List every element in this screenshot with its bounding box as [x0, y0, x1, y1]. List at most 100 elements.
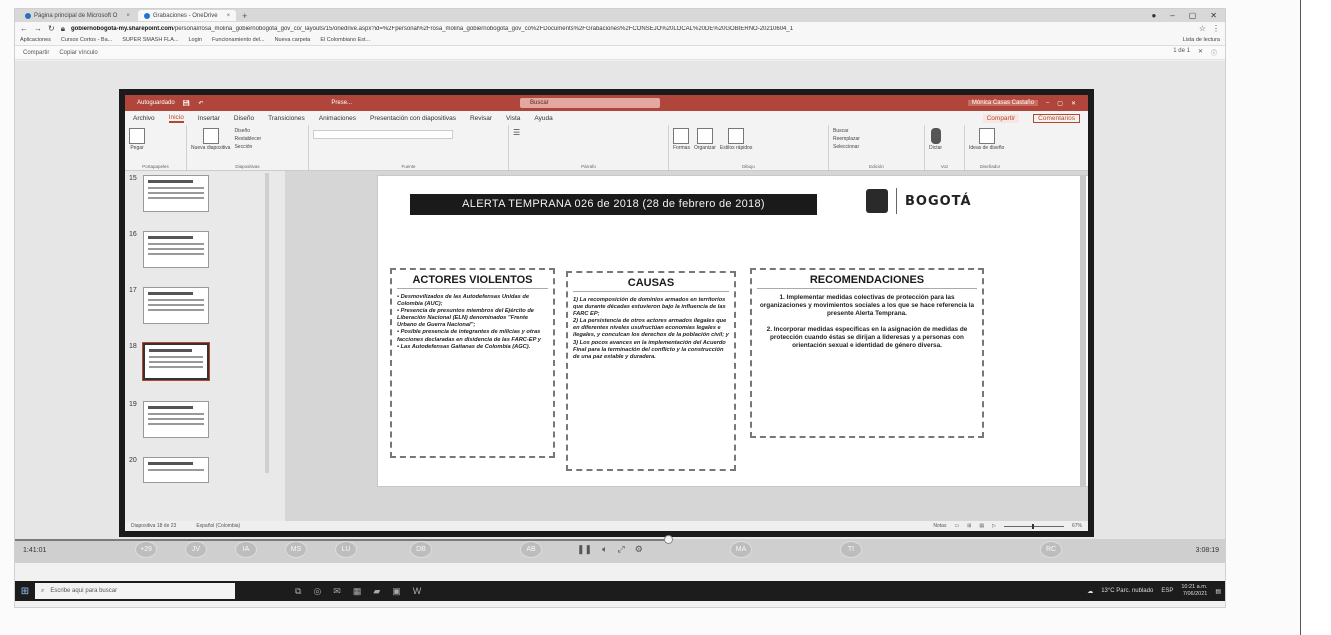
participant-avatar[interactable]: AB	[520, 541, 542, 558]
browser-tab-microsoft[interactable]: Página principal de Microsoft O ×	[19, 10, 136, 21]
close-icon[interactable]: ×	[227, 13, 231, 19]
undo-icon[interactable]: ↶	[198, 100, 203, 107]
ppt-share-button[interactable]: Compartir	[982, 113, 1020, 123]
slide-thumbnail[interactable]	[143, 401, 209, 438]
tab-vista[interactable]: Vista	[506, 115, 520, 122]
tab-transiciones[interactable]: Transiciones	[268, 115, 305, 122]
minimize-icon[interactable]: –	[1046, 100, 1049, 106]
slide-thumbnail[interactable]	[143, 287, 209, 324]
word-icon[interactable]: W	[413, 586, 422, 597]
expand-icon[interactable]: ⤢	[618, 544, 625, 555]
autosave-toggle[interactable]: Autoguardado	[137, 100, 175, 106]
files-icon[interactable]: ▰	[373, 586, 380, 597]
star-icon[interactable]: ☆	[1199, 24, 1206, 33]
notes-button[interactable]: Notas	[933, 523, 946, 529]
extensions-icon[interactable]: ⋮	[1212, 24, 1220, 33]
progress-handle[interactable]	[664, 535, 674, 544]
new-tab-button[interactable]: +	[242, 11, 247, 21]
tab-presentacion[interactable]: Presentación con diapositivas	[370, 115, 456, 122]
notifications-icon[interactable]: ▤	[1215, 588, 1221, 595]
settings-icon[interactable]: ⚙	[635, 544, 643, 555]
editor-scrollbar[interactable]	[1080, 175, 1086, 487]
back-icon[interactable]: ←	[20, 24, 28, 33]
tab-animaciones[interactable]: Animaciones	[319, 115, 356, 122]
tab-archivo[interactable]: Archivo	[133, 115, 155, 122]
replace-button[interactable]: Reemplazar	[833, 136, 860, 142]
maximize-icon[interactable]: ▢	[1189, 11, 1197, 20]
pause-icon[interactable]: ❚❚	[577, 544, 592, 555]
explorer-icon[interactable]: ▣	[392, 586, 401, 597]
ppt-user[interactable]: Mónica Casas Castaño	[967, 100, 1038, 106]
url-field[interactable]: gobiernobogota-my.sharepoint.com/persona…	[71, 26, 1193, 32]
participant-avatar[interactable]: RC	[1040, 541, 1062, 558]
participant-avatar[interactable]: LU	[335, 541, 357, 558]
chrome-icon[interactable]: ◎	[313, 586, 321, 597]
bookmark-item[interactable]: Login	[189, 37, 202, 43]
forward-icon[interactable]: →	[34, 24, 42, 33]
current-slide[interactable]: ALERTA TEMPRANA 026 de 2018 (28 de febre…	[377, 175, 1088, 487]
windows-start-icon[interactable]: ⊞	[15, 586, 35, 597]
browser-tab-onedrive[interactable]: Grabaciones - OneDrive ×	[137, 10, 237, 21]
select-button[interactable]: Seleccionar	[833, 144, 860, 150]
tab-ayuda[interactable]: Ayuda	[534, 115, 552, 122]
share-button[interactable]: Compartir	[23, 50, 49, 56]
recording-video[interactable]: Autoguardado 💾︎ ↶ Prese... Buscar Mónica…	[119, 89, 1094, 537]
maximize-icon[interactable]: ▢	[1057, 100, 1063, 107]
participant-avatar[interactable]: MA	[730, 541, 752, 558]
slide-thumbnail[interactable]	[143, 457, 209, 483]
save-icon[interactable]: 💾︎	[183, 100, 191, 107]
ppt-comments-button[interactable]: Comentarios	[1033, 113, 1080, 123]
zoom-level[interactable]: 67%	[1072, 523, 1082, 529]
find-button[interactable]: Buscar	[833, 128, 860, 134]
slideshow-icon[interactable]: ▷	[992, 523, 996, 529]
close-icon[interactable]: ×	[126, 13, 130, 19]
participant-avatar[interactable]: TI	[840, 541, 862, 558]
participant-avatar[interactable]: MS	[285, 541, 307, 558]
tab-insertar[interactable]: Insertar	[198, 115, 220, 122]
participant-avatar[interactable]: +29	[135, 541, 157, 558]
bookmark-item[interactable]: Nueva carpeta	[275, 37, 311, 43]
slide-thumbnail-selected[interactable]	[142, 342, 210, 381]
language-indicator[interactable]: Español (Colombia)	[196, 523, 240, 529]
taskbar-search[interactable]: ⌕ Escribe aquí para buscar	[35, 583, 235, 599]
clock[interactable]: 10:21 a.m. 7/06/2021	[1181, 584, 1207, 598]
reading-view-icon[interactable]: ▤	[979, 523, 984, 529]
reading-list-button[interactable]: Lista de lectura	[1183, 37, 1220, 43]
sorter-view-icon[interactable]: ⊞	[967, 523, 971, 529]
close-icon[interactable]: ✕	[1071, 100, 1076, 107]
profile-icon[interactable]: ●	[1151, 11, 1156, 20]
font-name-select[interactable]	[313, 130, 453, 139]
participant-avatar[interactable]: JV	[185, 541, 207, 558]
language-indicator[interactable]: ESP	[1161, 588, 1173, 594]
copy-link-button[interactable]: Copiar vínculo	[59, 50, 97, 56]
close-icon[interactable]: ✕	[1198, 48, 1203, 57]
participant-avatar[interactable]: IA	[235, 541, 257, 558]
info-icon[interactable]: ⓘ	[1211, 48, 1217, 57]
normal-view-icon[interactable]: ▭	[954, 523, 959, 529]
tab-inicio[interactable]: Inicio	[168, 114, 184, 123]
bookmark-apps[interactable]: Aplicaciones	[20, 37, 51, 43]
task-view-icon[interactable]: ⧉	[295, 586, 301, 597]
reset-button[interactable]: Restablecer	[234, 136, 261, 142]
section-button[interactable]: Sección	[234, 144, 261, 150]
mail-icon[interactable]: ✉	[333, 586, 341, 597]
reload-icon[interactable]: ↻	[48, 24, 55, 33]
tab-diseno[interactable]: Diseño	[234, 115, 254, 122]
volume-icon[interactable]: 🔈︎	[602, 544, 607, 555]
tab-revisar[interactable]: Revisar	[470, 115, 492, 122]
zoom-slider[interactable]	[1003, 523, 1064, 529]
bookmark-item[interactable]: El Colombiano Est...	[320, 37, 370, 43]
weather-text[interactable]: 13°C Parc. nublado	[1101, 588, 1153, 594]
minimize-icon[interactable]: –	[1170, 11, 1174, 20]
store-icon[interactable]: ▦	[353, 586, 362, 597]
layout-button[interactable]: Diseño	[234, 128, 261, 134]
bookmark-item[interactable]: SUPER SMASH FLA...	[122, 37, 178, 43]
participant-avatar[interactable]: DB	[410, 541, 432, 558]
close-icon[interactable]: ✕	[1210, 11, 1217, 20]
slide-thumbnail[interactable]	[143, 231, 209, 268]
bookmark-item[interactable]: Cursos Cortos - Ba...	[61, 37, 112, 43]
thumbnail-scrollbar[interactable]	[265, 173, 269, 473]
ppt-search-input[interactable]: Buscar	[520, 98, 661, 108]
bookmark-item[interactable]: Funcionamiento del...	[212, 37, 265, 43]
slide-thumbnail[interactable]	[143, 175, 209, 212]
